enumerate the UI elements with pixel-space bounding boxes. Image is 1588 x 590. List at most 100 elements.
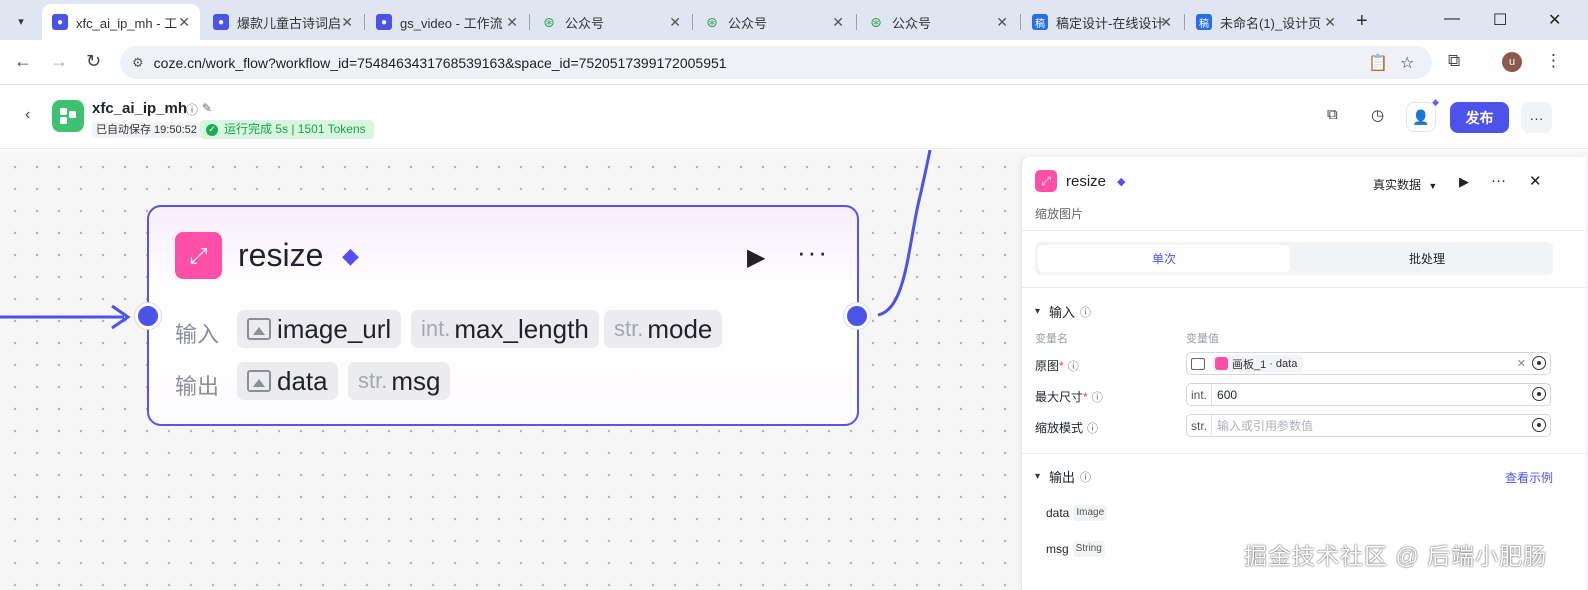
node-input-port[interactable] [135,303,161,329]
scale-mode-field[interactable]: str. 输入或引用参数值 [1186,414,1551,437]
info-icon[interactable]: ⓘ [1080,304,1091,320]
type-tag: int. [1187,384,1213,405]
tab-divider [529,14,530,30]
tab-batch[interactable]: 批处理 [1301,245,1553,272]
reference-target-icon[interactable] [1532,387,1546,401]
back-chevron-icon[interactable]: ‹ [25,106,30,124]
tab-close-icon[interactable]: ✕ [506,14,518,31]
divider [1022,287,1587,288]
maximize-icon[interactable]: ☐ [1493,10,1507,30]
panel-description: 缩放图片 [1035,207,1084,221]
tab-title: xfc_ai_ip_mh - 工 [76,15,178,31]
history-clock-icon[interactable]: ◷ [1371,106,1384,124]
type-badge: String [1072,541,1105,557]
diamond-icon: ◆ [1117,176,1126,188]
chevron-down-icon: ▾ [1035,306,1041,317]
browser-tab-1[interactable]: ● xfc_ai_ip_mh - 工 ✕ [42,4,200,40]
publish-button[interactable]: 发布 [1450,102,1509,133]
users-icon: 👤 [1412,108,1430,125]
input-label: 输入 [175,322,220,347]
outgoing-edge [877,150,932,317]
image-reference-field[interactable]: 画板_1 · data ✕ [1186,352,1551,375]
browser-tab-7[interactable]: 稿 稿定设计-在线设计 ✕ [1022,4,1182,40]
reload-icon[interactable]: ↻ [86,51,101,72]
edit-icon[interactable]: ✎ [202,101,212,115]
input-chip-max-length: int. max_length [411,310,599,348]
tab-close-icon[interactable]: ✕ [341,14,353,31]
param-label-scale-mode: 缩放模式 ⓘ [1035,421,1099,435]
tab-title: 公众号 [892,15,932,31]
new-tab-plus-icon[interactable]: + [1356,10,1368,33]
view-example-link[interactable]: 查看示例 [1505,469,1553,486]
info-icon[interactable]: ⓘ [1080,469,1091,485]
site-settings-icon[interactable]: ⚙ [132,55,144,71]
coze-favicon-icon: ● [52,14,68,30]
input-section-header[interactable]: ▾ 输入 ⓘ [1035,302,1091,321]
tab-single[interactable]: 单次 [1038,245,1290,272]
column-header-value: 变量值 [1186,333,1219,345]
chevron-down-icon: ▾ [1035,471,1041,482]
scale-mode-placeholder[interactable]: 输入或引用参数值 [1217,417,1313,434]
run-play-icon[interactable]: ▶ [1459,174,1469,190]
max-size-field[interactable]: int. 600 [1186,383,1551,406]
copy-icon[interactable]: ⧉ [1327,106,1338,123]
profile-avatar[interactable]: u [1502,52,1522,72]
info-icon[interactable]: ⓘ [1068,361,1079,373]
browser-tab-3[interactable]: ● gs_video - 工作流 ✕ [366,4,528,40]
tab-close-icon[interactable]: ✕ [178,14,190,31]
browser-tab-6[interactable]: ⊛ 公众号 ✕ [858,4,1018,40]
tab-close-icon[interactable]: ✕ [996,14,1008,31]
extensions-puzzle-icon[interactable]: ⧉ [1448,51,1460,71]
openai-favicon-icon: ⊛ [543,13,555,30]
diamond-badge-icon: ◆ [1432,97,1439,107]
browser-tab-strip: ▾ ● xfc_ai_ip_mh - 工 ✕ ● 爆款儿童古诗词启 ✕ ● gs… [0,0,1588,40]
tab-close-icon[interactable]: ✕ [1324,14,1336,31]
info-icon[interactable]: ⓘ [1092,392,1103,404]
info-icon[interactable]: ⓘ [1087,423,1098,435]
max-size-value[interactable]: 600 [1217,388,1237,402]
panel-more-icon[interactable]: ··· [1491,172,1506,189]
tab-close-icon[interactable]: ✕ [669,14,681,31]
node-output-port[interactable] [844,303,870,329]
browser-tab-8[interactable]: 稿 未命名(1)_设计页 ✕ [1186,4,1346,40]
tab-search-chevron-icon[interactable]: ▾ [8,8,34,34]
url-text[interactable]: coze.cn/work_flow?workflow_id=7548463431… [154,55,727,71]
tab-close-icon[interactable]: ✕ [832,14,844,31]
data-mode-dropdown[interactable]: 真实数据 ▼ [1373,176,1437,193]
column-header-name: 变量名 [1035,333,1068,345]
tab-close-icon[interactable]: ✕ [1160,14,1172,31]
tab-divider [856,14,857,30]
browser-tab-2[interactable]: ● 爆款儿童古诗词启 ✕ [203,4,363,40]
url-omnibox[interactable]: ⚙ coze.cn/work_flow?workflow_id=75484634… [120,46,1432,79]
tab-title: 公众号 [565,15,605,31]
reference-target-icon[interactable] [1532,418,1546,432]
window-close-icon[interactable]: ✕ [1548,10,1561,30]
resize-icon: ⤢ [175,232,222,279]
panel-close-icon[interactable]: ✕ [1529,172,1542,190]
tab-title: gs_video - 工作流 [400,15,503,31]
run-status-text: 运行完成 5s | 1501 Tokens [224,122,366,136]
browser-menu-icon[interactable]: ⋮ [1545,51,1562,71]
collaborators-button[interactable]: 👤 ◆ [1406,97,1439,132]
reference-chip[interactable]: 画板_1 · data [1213,355,1304,372]
browser-tab-5[interactable]: ⊛ 公众号 ✕ [694,4,854,40]
minimize-icon[interactable]: — [1444,10,1460,28]
browser-tab-4[interactable]: ⊛ 公众号 ✕ [531,4,691,40]
forward-arrow-icon[interactable]: → [50,51,68,72]
clear-x-icon[interactable]: ✕ [1517,357,1526,370]
output-section-header[interactable]: ▾ 输出 ⓘ [1035,467,1091,486]
workflow-logo-icon [52,100,84,132]
node-more-icon[interactable]: ··· [797,237,829,268]
resize-node[interactable]: ⤢ resize ◆ ▶ ··· 输入 image_url int. max_l… [147,205,859,426]
more-options-button[interactable]: ··· [1521,102,1552,133]
run-status-badge[interactable]: ✓ 运行完成 5s | 1501 Tokens [200,120,374,139]
run-node-play-icon[interactable]: ▶ [747,243,765,272]
clipboard-icon[interactable]: 📋 [1368,53,1388,73]
autosave-status: 已自动保存 19:50:52 [92,122,201,138]
tab-divider [1184,14,1185,30]
back-arrow-icon[interactable]: ← [14,51,32,72]
info-icon[interactable]: ⓘ [186,101,198,118]
reference-target-icon[interactable] [1532,356,1546,370]
bookmark-star-icon[interactable]: ☆ [1400,53,1414,73]
divider [1022,453,1587,454]
